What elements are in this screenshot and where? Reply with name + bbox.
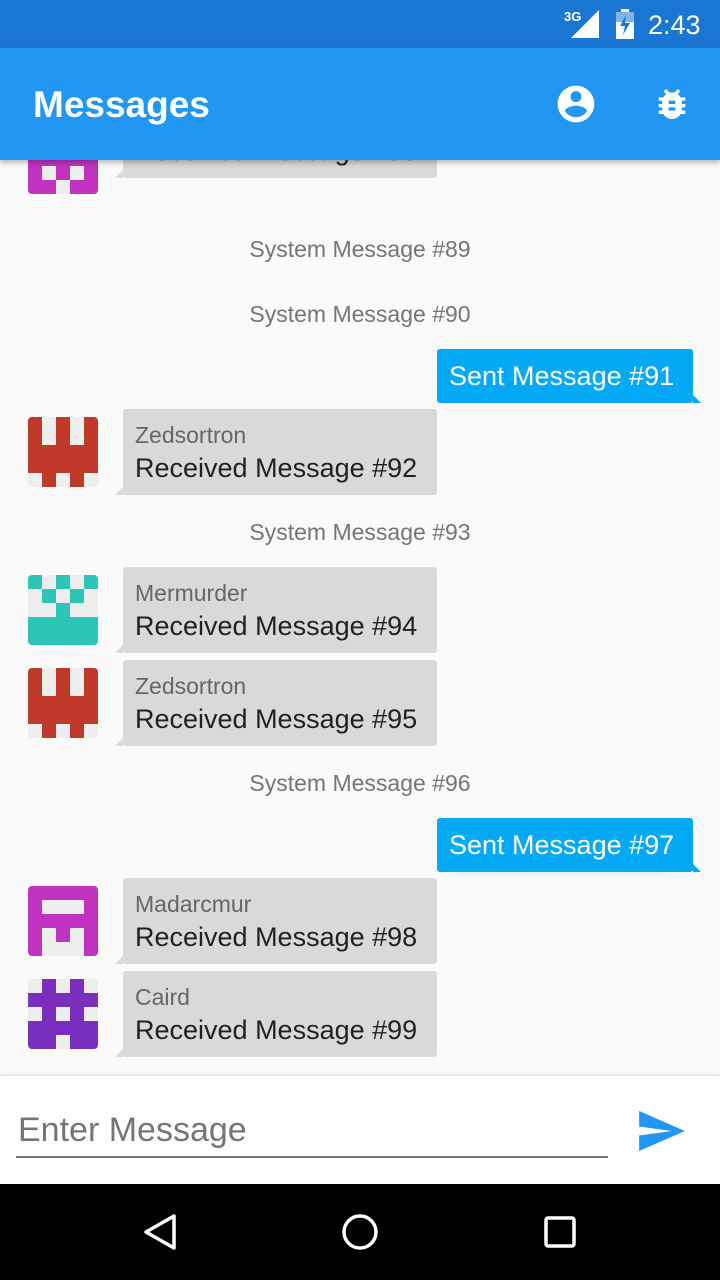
status-bar: 3G 2:43 xyxy=(0,0,720,48)
received-bubble[interactable]: Zedsortron Received Message #95 xyxy=(115,660,437,746)
message-input[interactable] xyxy=(16,1104,608,1158)
sent-bubble[interactable]: Sent Message #97 xyxy=(437,818,701,872)
send-button[interactable] xyxy=(632,1106,692,1156)
back-button[interactable] xyxy=(136,1208,184,1256)
sender-name: Mermurder xyxy=(135,580,248,606)
battery-icon xyxy=(616,9,634,39)
send-icon xyxy=(639,1111,685,1151)
bug-icon xyxy=(658,89,686,119)
avatar xyxy=(28,886,98,956)
received-bubble[interactable]: Caird Received Message #99 xyxy=(115,971,437,1057)
message-text: Received Message #88 xyxy=(135,160,425,170)
home-circle-icon xyxy=(342,1214,378,1250)
message-text: Received Message #92 xyxy=(135,453,418,483)
network-type: 3G xyxy=(564,9,582,24)
home-button[interactable] xyxy=(336,1208,384,1256)
avatar xyxy=(28,575,98,645)
page-title: Messages xyxy=(33,84,210,125)
app-bar: Messages xyxy=(0,48,720,160)
clock: 2:43 xyxy=(648,10,701,40)
system-message: System Message #90 xyxy=(249,301,471,327)
system-message: System Message #93 xyxy=(249,519,471,545)
received-bubble[interactable]: Zedsortron Received Message #92 xyxy=(115,409,437,495)
avatar xyxy=(28,668,98,738)
sender-name: Madarcmur xyxy=(135,891,252,917)
avatar xyxy=(28,160,98,194)
back-triangle-icon xyxy=(144,1214,176,1250)
account-button[interactable] xyxy=(552,80,600,128)
message-text: Received Message #95 xyxy=(135,704,418,734)
avatar xyxy=(28,979,98,1049)
message-list[interactable]: Received Message #88 System Message #89 … xyxy=(0,160,720,1076)
received-bubble[interactable]: Mermurder Received Message #94 xyxy=(115,567,437,653)
sent-bubble[interactable]: Sent Message #91 xyxy=(437,349,701,403)
message-text: Received Message #99 xyxy=(135,1015,418,1045)
sender-name: Caird xyxy=(135,984,190,1010)
system-message: System Message #89 xyxy=(249,236,471,262)
recents-button[interactable] xyxy=(536,1208,584,1256)
message-text: Received Message #94 xyxy=(135,611,418,641)
sender-name: Zedsortron xyxy=(135,422,247,448)
sender-name: Zedsortron xyxy=(135,673,247,699)
received-bubble[interactable]: Madarcmur Received Message #98 xyxy=(115,878,437,964)
debug-button[interactable] xyxy=(648,80,696,128)
avatar xyxy=(28,417,98,487)
message-text: Received Message #98 xyxy=(135,922,418,952)
compose-bar xyxy=(0,1076,720,1184)
recents-square-icon xyxy=(544,1216,576,1248)
system-message: System Message #96 xyxy=(249,770,471,796)
received-bubble[interactable]: Received Message #88 xyxy=(115,160,437,178)
navigation-bar xyxy=(0,1184,720,1280)
account-circle-icon xyxy=(557,85,595,123)
